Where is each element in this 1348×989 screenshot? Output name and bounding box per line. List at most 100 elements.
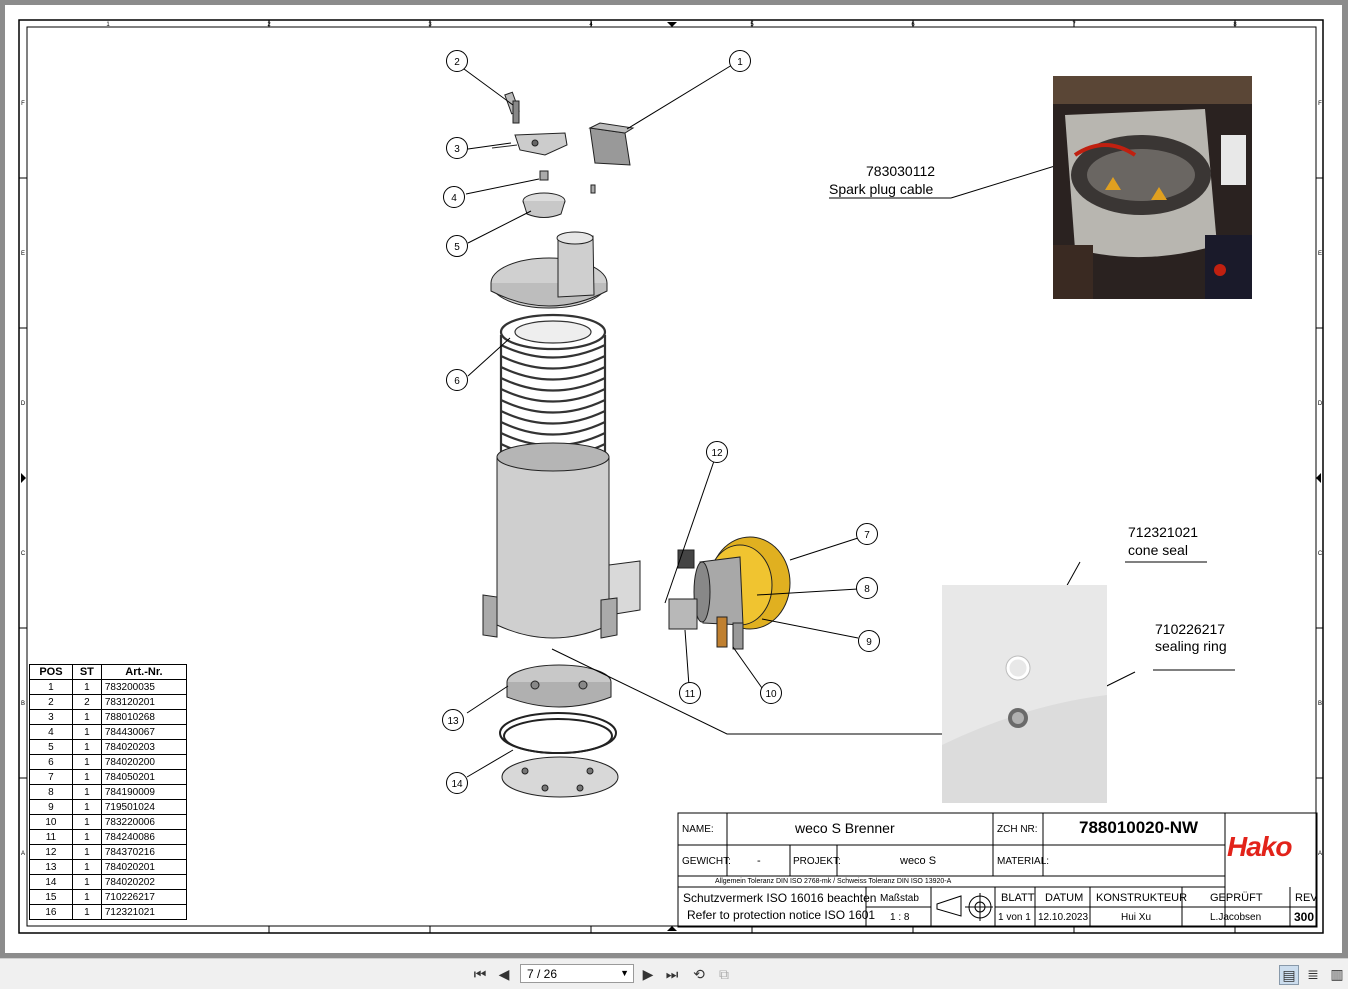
pos-cell: 11 [29,829,73,845]
callout-balloon: 9 [858,630,880,652]
zone-letter: F [21,101,25,107]
part-bottom-plate [506,664,612,708]
table-row: 15 1 710226217 [29,889,188,905]
table-row: 11 1 784240086 [29,829,188,845]
first-page-icon[interactable]: ⏮ [471,965,489,983]
part-sealing-ring [499,712,617,754]
callout-number: 11 [685,689,696,700]
last-page-icon[interactable]: ⏭ [663,965,681,983]
article-cell: 784240086 [100,829,188,845]
project-label: PROJEKT: [793,856,841,867]
table-row: 2 2 783120201 [29,694,188,710]
pos-cell: 3 [29,709,73,725]
prev-page-icon[interactable]: ◀ [495,965,513,983]
next-page-icon[interactable]: ▶ [639,965,657,983]
table-row: 7 1 784050201 [29,769,188,785]
parts-list-table: POS ST Art.-Nr. 1 1 783200035 2 2 783120201 3 1… [29,664,188,920]
name-label: NAME: [682,824,714,835]
table-row: 12 1 784370216 [29,844,188,860]
two-page-icon[interactable]: ▥ [1328,965,1346,983]
qty-cell: 1 [71,784,102,800]
pos-cell: 12 [29,844,73,860]
article-cell: 788010268 [100,709,188,725]
designer-value: Hui Xu [1121,912,1152,923]
designer-label: KONSTRUKTEUR [1096,892,1188,904]
callout-balloon: 7 [856,523,878,545]
revision-value: 300 [1294,910,1315,924]
qty-cell: 1 [71,889,102,905]
article-cell: 783220006 [100,814,188,830]
callout-number: 14 [451,779,463,790]
qty-cell: 1 [71,709,102,725]
callout-balloon: 2 [446,50,468,72]
table-row: 13 1 784020201 [29,859,188,875]
article-cell: 784190009 [100,784,188,800]
table-row: 5 1 784020203 [29,739,188,755]
table-row: 1 1 783200035 [29,679,188,695]
drawing-number: 788010020-NW [1079,818,1199,837]
photo-note-label: sealing ring [1155,638,1227,654]
callout-number: 5 [454,242,460,253]
column-header: ST [71,664,102,680]
callout-number: 10 [765,689,777,700]
chevron-down-icon: ▼ [620,968,629,978]
single-page-icon[interactable]: ▤ [1279,965,1299,985]
qty-cell: 1 [71,859,102,875]
table-row: 3 1 788010268 [29,709,188,725]
project-value: weco S [900,855,937,867]
page-selector[interactable]: 7 / 26 ▼ [520,964,634,983]
zone-letter: D [1318,401,1323,407]
article-cell: 784020203 [100,739,188,755]
pos-cell: 14 [29,874,73,890]
pos-cell: 13 [29,859,73,875]
qty-cell: 1 [71,724,102,740]
sheet-label: BLATT [1001,892,1035,904]
callout-number: 6 [454,376,460,387]
callout-balloon: 12 [706,441,728,463]
callout-balloon: 4 [443,186,465,208]
part-fan-housing [668,536,791,650]
qty-cell: 1 [71,799,102,815]
zch-label: ZCH NR: [997,824,1038,835]
photo-note-label: cone seal [1128,542,1188,558]
callout-number: 1 [737,57,743,68]
part-small-nut [539,170,596,194]
protection-note: Schutzvermerk ISO 16016 beachten [683,891,877,905]
article-cell: 784020200 [100,754,188,770]
pos-cell: 2 [29,694,73,710]
part-base-plate [501,756,619,798]
part-ignition-transformer [588,122,635,166]
weight-value: - [757,855,761,867]
qty-cell: 2 [71,694,102,710]
scale-label: Maßstab [880,893,919,904]
table-row: 8 1 784190009 [29,784,188,800]
viewer-toolbar: ⏮ ◀ 7 / 26 ▼ ▶ ⏭ ⟲ ⧉ ▤ ≣ ▥ [0,958,1348,989]
callout-balloon: 1 [729,50,751,72]
spark-plug-photo [1053,76,1252,299]
copy-icon[interactable]: ⧉ [715,965,733,983]
page-indicator: 7 / 26 [527,966,558,981]
continuous-icon[interactable]: ≣ [1304,965,1322,983]
column-header: Art.-Nr. [100,664,188,680]
checked-value: L.Jacobsen [1210,912,1262,923]
qty-cell: 1 [71,904,102,920]
callout-balloon: 11 [679,682,701,704]
drawing-name: weco S Brenner [795,820,895,836]
callout-number: 8 [864,584,870,595]
pos-cell: 16 [29,904,73,920]
table-row: 14 1 784020202 [29,874,188,890]
article-cell: 784430067 [100,724,188,740]
part-cone-cup [522,192,566,218]
article-cell: 710226217 [100,889,188,905]
qty-cell: 1 [71,814,102,830]
table-row: 16 1 712321021 [29,904,188,920]
table-row: 6 1 784020200 [29,754,188,770]
sheet-value: 1 von 1 [998,912,1031,923]
article-cell: 784050201 [100,769,188,785]
seals-photo [942,585,1107,803]
part-spark-plug [504,91,520,124]
qty-cell: 1 [71,679,102,695]
callout-balloon: 14 [446,772,468,794]
zone-letter: C [1318,551,1323,557]
rotate-icon[interactable]: ⟲ [690,965,708,983]
